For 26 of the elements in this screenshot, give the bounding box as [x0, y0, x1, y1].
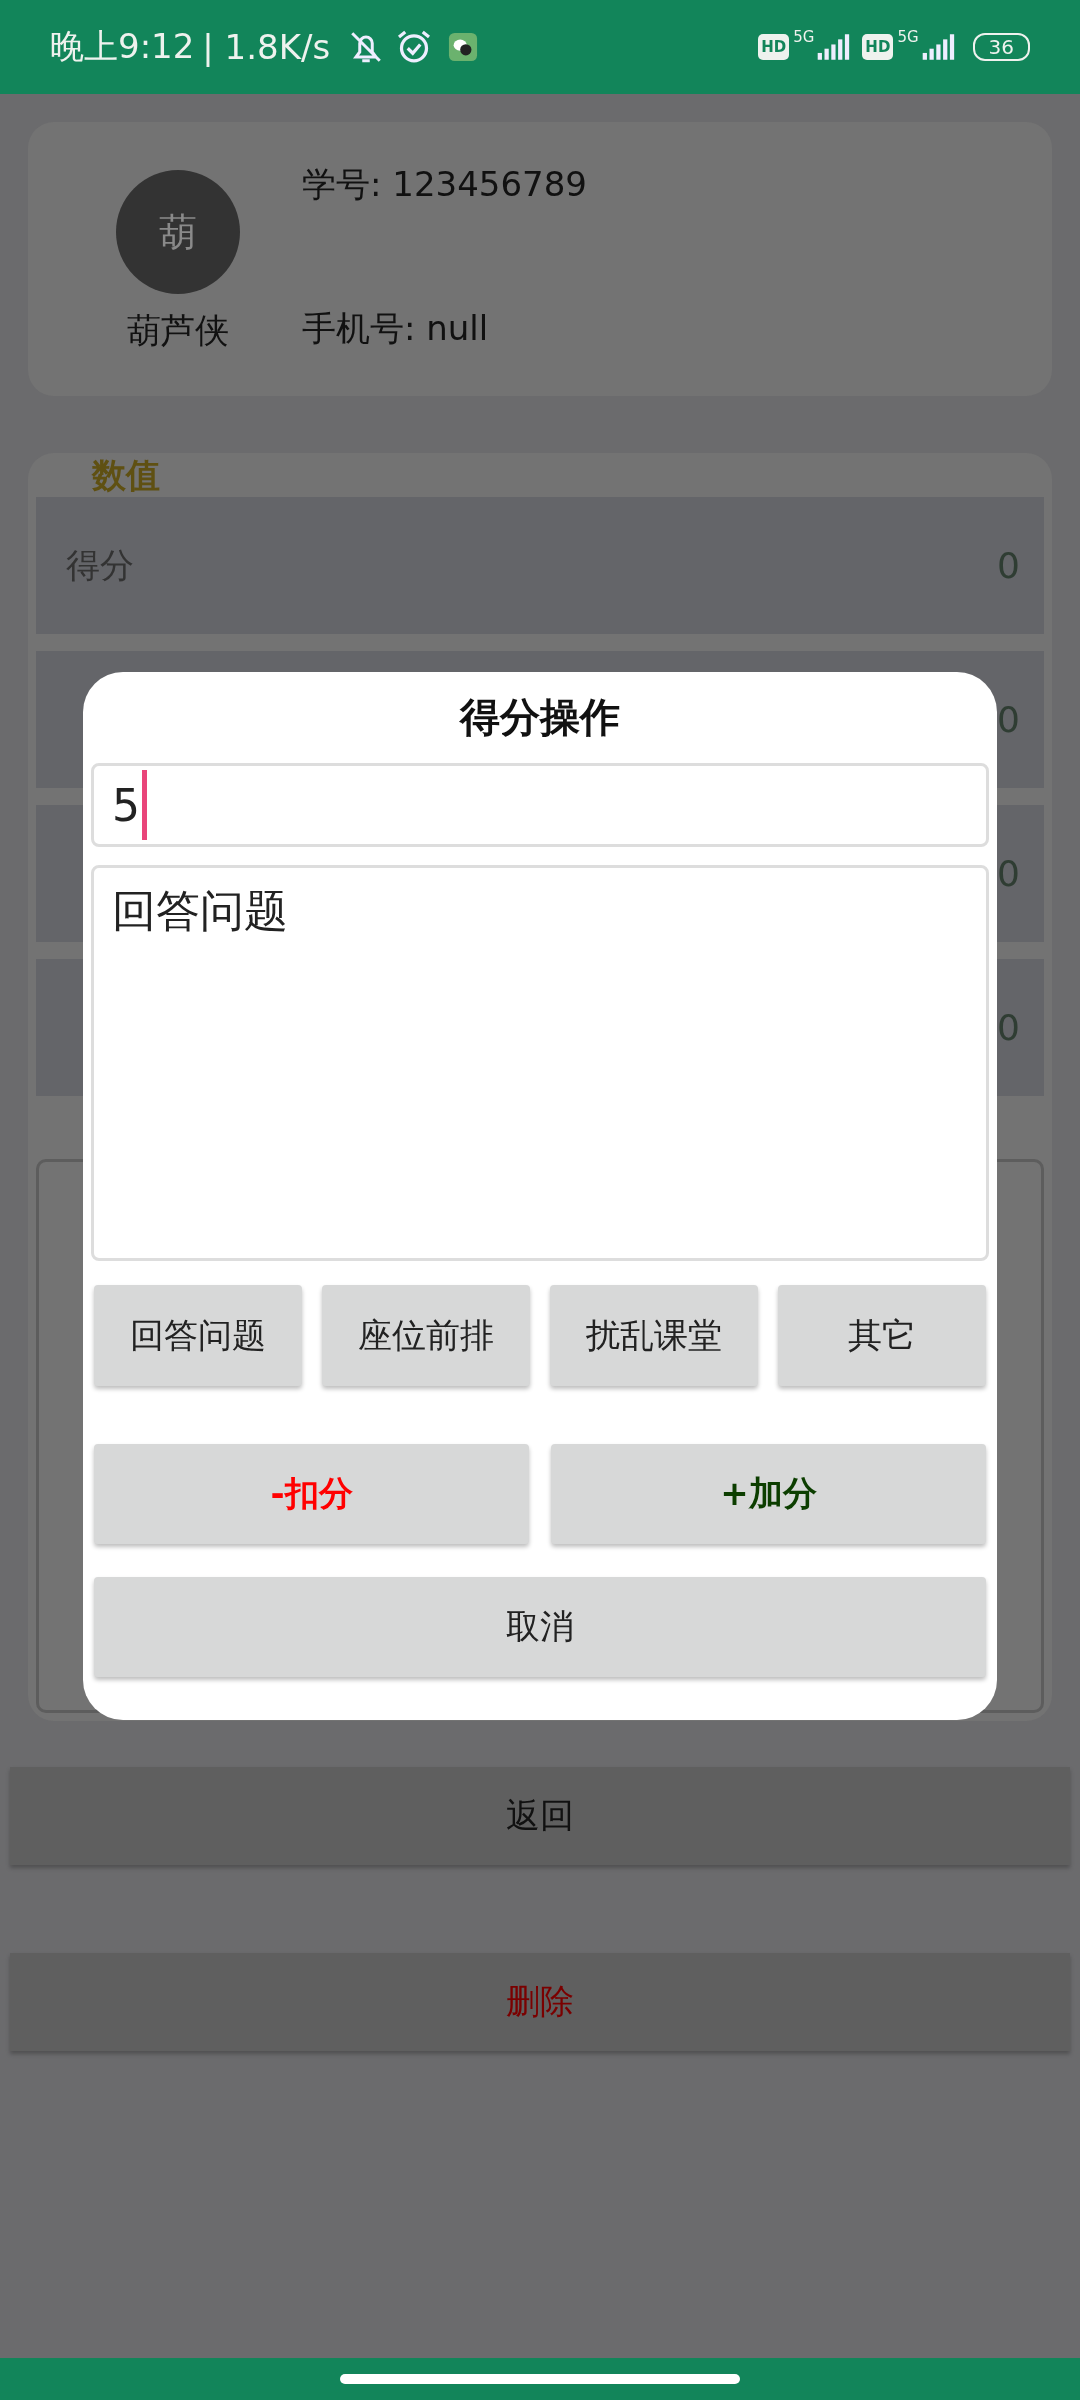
student-id: 学号: 123456789	[302, 163, 587, 206]
chat-app-icon	[448, 32, 479, 62]
signal-icon	[816, 34, 851, 60]
preset-button[interactable]: 其它	[778, 1285, 986, 1386]
network-type: 5G	[897, 28, 919, 46]
dialog-title: 得分操作	[460, 693, 620, 742]
home-handle[interactable]	[340, 2374, 740, 2384]
network-speed: | 1.8K/s	[202, 27, 331, 67]
signal-icon	[920, 34, 955, 60]
hd-badge: HD	[758, 34, 790, 60]
text-cursor	[142, 770, 147, 840]
avatar: 葫	[116, 170, 240, 294]
section-title: 数值	[92, 457, 161, 493]
student-name: 葫芦侠	[127, 309, 229, 352]
status-time: 晚上9:12	[50, 25, 195, 68]
hd-badge: HD	[862, 34, 894, 60]
network-type: 5G	[793, 28, 815, 46]
score-field[interactable]: 5	[91, 763, 989, 847]
phone-number: 手机号: null	[302, 307, 490, 350]
cancel-button[interactable]: 取消	[94, 1577, 986, 1677]
preset-button[interactable]: 扰乱课堂	[550, 1285, 758, 1386]
preset-button[interactable]: 座位前排	[322, 1285, 530, 1386]
preset-button[interactable]: 回答问题	[94, 1285, 302, 1386]
score-action-button[interactable]: +加分	[551, 1444, 986, 1544]
battery-indicator: 36	[972, 33, 1030, 61]
reason-field[interactable]: 回答问题	[91, 865, 989, 1261]
